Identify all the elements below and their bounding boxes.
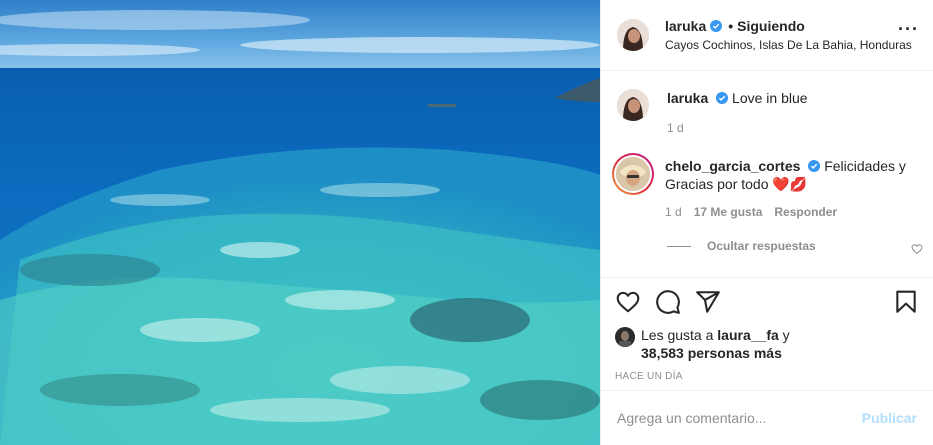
add-comment-bar: Publicar	[601, 390, 933, 445]
post-photo[interactable]	[0, 0, 600, 445]
likes-user[interactable]: laura__fa	[717, 327, 778, 343]
author-username[interactable]: laruka	[665, 18, 706, 34]
story-ring-inner	[614, 155, 652, 193]
author-avatar-image	[617, 19, 649, 51]
follow-status-button[interactable]: Siguiendo	[737, 18, 805, 34]
comment-username[interactable]: chelo_garcia_cortes	[665, 158, 800, 174]
caption-username[interactable]: laruka	[667, 90, 708, 106]
commenter-avatar	[616, 157, 650, 191]
separator-dot: •	[728, 18, 734, 34]
likes-conjunction: y	[782, 327, 790, 343]
caption-body: laruka Love in blue 1 d	[667, 89, 917, 135]
header-row: laruka • Siguiendo	[665, 18, 919, 34]
post-timestamp[interactable]: Hace un día	[615, 371, 919, 382]
caption-avatar-image	[617, 89, 649, 121]
bookmark-icon[interactable]	[893, 289, 919, 315]
verified-badge-icon	[808, 160, 821, 172]
caption-text-row: laruka Love in blue	[667, 89, 917, 107]
comment-text-row: chelo_garcia_cortes Felicidades y Gracia…	[665, 157, 917, 193]
comment-time[interactable]: 1 d	[665, 205, 682, 219]
post-sidebar: laruka • Siguiendo Cayos Cochinos, Islas…	[600, 0, 933, 445]
reply-button[interactable]: Responder	[774, 205, 837, 219]
likes-prefix: Les gusta a	[641, 327, 714, 343]
post-header: laruka • Siguiendo Cayos Cochinos, Islas…	[601, 0, 933, 71]
caption-time[interactable]: 1 d	[667, 121, 684, 135]
instagram-post: laruka • Siguiendo Cayos Cochinos, Islas…	[0, 0, 933, 445]
header-text: laruka • Siguiendo Cayos Cochinos, Islas…	[665, 18, 919, 52]
comments-section: laruka Love in blue 1 d chelo_garcia_cor…	[601, 71, 933, 277]
hide-replies-label: Ocultar respuestas	[707, 239, 816, 253]
caption-meta: 1 d	[667, 121, 917, 135]
verified-badge-icon	[716, 92, 729, 104]
verified-badge-icon	[710, 20, 723, 32]
reef-aerial-image	[0, 0, 600, 445]
caption-text: Love in blue	[732, 90, 808, 106]
hide-replies-line	[667, 245, 691, 247]
heart-icon[interactable]	[615, 289, 641, 315]
comment-body: chelo_garcia_cortes Felicidades y Gracia…	[665, 153, 917, 219]
likes-count[interactable]: 38,583 personas más	[641, 345, 782, 361]
story-ring[interactable]	[612, 153, 654, 195]
likes-summary: Les gusta a laura__fa y 38,583 personas …	[615, 326, 919, 362]
comment-icon[interactable]	[655, 289, 681, 315]
comment-likes[interactable]: 17 Me gusta	[694, 205, 763, 219]
liker-avatar-image	[615, 327, 635, 347]
liker-avatar[interactable]	[615, 327, 635, 347]
comment-like-heart-icon[interactable]	[911, 243, 923, 255]
comment-item: chelo_garcia_cortes Felicidades y Gracia…	[612, 153, 917, 219]
caption-avatar[interactable]	[617, 89, 649, 121]
more-options-icon[interactable]: ···	[898, 20, 919, 38]
share-icon[interactable]	[695, 289, 721, 315]
comment-input[interactable]	[617, 410, 862, 426]
post-location[interactable]: Cayos Cochinos, Islas De La Bahia, Hondu…	[665, 38, 917, 52]
post-actions-section: Les gusta a laura__fa y 38,583 personas …	[601, 277, 933, 390]
commenter-avatar-image	[616, 157, 650, 191]
hide-replies-button[interactable]: Ocultar respuestas	[667, 239, 917, 253]
author-avatar[interactable]	[617, 19, 649, 51]
likes-text: Les gusta a laura__fa y 38,583 personas …	[641, 326, 790, 362]
caption: laruka Love in blue 1 d	[617, 89, 917, 135]
comment-meta: 1 d 17 Me gusta Responder	[665, 205, 917, 219]
publish-button[interactable]: Publicar	[862, 410, 917, 426]
action-bar	[615, 288, 919, 316]
